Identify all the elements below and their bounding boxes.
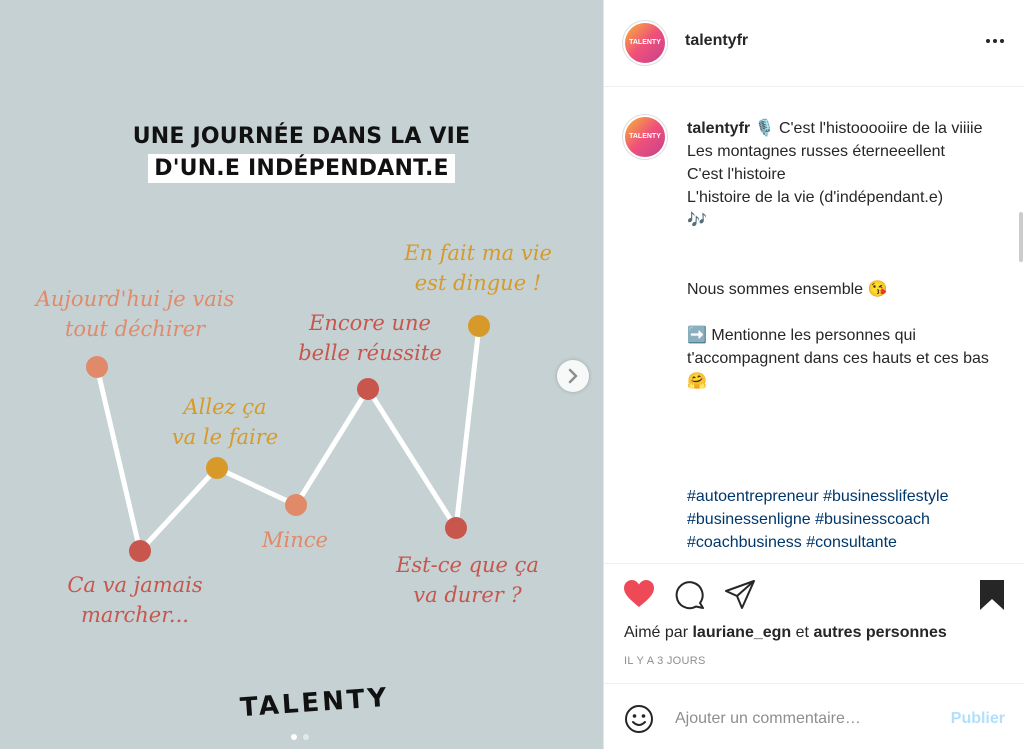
heart-icon[interactable]	[623, 579, 655, 609]
likes-prefix: Aimé par	[624, 624, 689, 641]
more-options-icon[interactable]	[984, 30, 1006, 52]
comment-bar: Ajouter un commentaire… Publier	[604, 683, 1024, 750]
label-low-1-line2: marcher...	[81, 603, 189, 627]
chart-point-1	[86, 356, 108, 378]
next-slide-button[interactable]	[557, 360, 589, 392]
header-username[interactable]: talentyfr	[685, 32, 748, 50]
post-image: UNE JOURNÉE DANS LA VIE D'UN.E INDÉPENDA…	[0, 0, 603, 749]
label-high-3-line1: En fait ma vie	[404, 241, 552, 265]
chart-point-5	[357, 378, 379, 400]
label-mid-1: Allez ça va le faire	[160, 392, 290, 452]
caption-line3: C'est l'histoire	[687, 166, 786, 183]
post-header: TALENTY talentyfr	[604, 0, 1024, 87]
chart-point-3	[206, 457, 228, 479]
caption-hashtags-3[interactable]: #coachbusiness #consultante	[687, 531, 1002, 554]
label-mid-1-line2: va le faire	[171, 425, 279, 449]
label-low-3-line1: Est-ce que ça	[396, 553, 539, 577]
caption-line2: Les montagnes russes éterneeellent	[687, 143, 945, 160]
label-high-1: Aujourd'hui je vais tout déchirer	[35, 284, 235, 344]
avatar[interactable]: TALENTY	[625, 23, 665, 63]
publish-button[interactable]: Publier	[951, 710, 1005, 728]
label-low-3: Est-ce que ça va durer ?	[385, 550, 550, 610]
caption-hashtags-2[interactable]: #businessenligne #businesscoach	[687, 508, 1002, 531]
post-actions	[604, 563, 1024, 624]
carousel-dot	[303, 734, 310, 740]
chart-point-6	[445, 517, 467, 539]
chart-point-4	[285, 494, 307, 516]
caption-line6: Nous sommes ensemble 😘	[687, 281, 888, 298]
chart-point-2	[129, 540, 151, 562]
comment-icon[interactable]	[674, 579, 706, 611]
label-low-3-line2: va durer ?	[413, 583, 522, 607]
label-high-2-line2: belle réussite	[298, 341, 442, 365]
post-sidebar: TALENTY talentyfr TALENTY talentyfr 🎙️ C…	[603, 0, 1024, 749]
comment-input[interactable]: Ajouter un commentaire…	[675, 710, 861, 728]
chevron-right-icon	[568, 368, 578, 384]
label-high-1-line2: tout déchirer	[64, 317, 206, 341]
caption-line7: ➡️ Mentionne les personnes qui t'accompa…	[687, 327, 989, 390]
chart-point-7	[468, 315, 490, 337]
likes-user[interactable]: lauriane_egn	[692, 624, 791, 641]
caption-area: TALENTY talentyfr 🎙️ C'est l'histooooiir…	[604, 87, 1024, 563]
carousel-dots	[290, 727, 310, 745]
life-chart	[86, 315, 490, 562]
label-high-3: En fait ma vie est dingue !	[393, 238, 563, 298]
likes-summary: Aimé par lauriane_egn et autres personne…	[624, 624, 947, 642]
share-icon[interactable]	[724, 579, 756, 611]
caption-avatar[interactable]: TALENTY	[625, 117, 665, 157]
caption-line5: 🎶	[687, 212, 707, 229]
label-high-2-line1: Encore une	[309, 311, 431, 335]
caption-line4: L'histoire de la vie (d'indépendant.e)	[687, 189, 944, 206]
label-high-3-line2: est dingue !	[414, 271, 542, 295]
caption-scrollbar[interactable]	[1019, 212, 1023, 262]
likes-others[interactable]: autres personnes	[813, 624, 946, 641]
label-low-2: Mince	[250, 525, 340, 555]
label-low-1: Ca va jamais marcher...	[60, 570, 210, 630]
label-mid-1-line1: Allez ça	[183, 395, 267, 419]
label-low-1-line1: Ca va jamais	[67, 573, 203, 597]
caption-username[interactable]: talentyfr	[687, 120, 750, 137]
likes-and: et	[795, 624, 809, 641]
caption-line1: 🎙️ C'est l'histooooiire de la viiiie	[754, 120, 983, 137]
label-low-2-line1: Mince	[262, 528, 328, 552]
emoji-icon[interactable]	[624, 704, 654, 734]
bookmark-icon[interactable]	[978, 579, 1006, 611]
caption-text: talentyfr 🎙️ C'est l'histooooiire de la …	[687, 117, 1002, 554]
carousel-dot-active	[291, 734, 297, 740]
label-high-2: Encore une belle réussite	[290, 308, 450, 368]
post-timestamp[interactable]: IL Y A 3 JOURS	[624, 655, 706, 667]
label-high-1-line1: Aujourd'hui je vais	[35, 287, 235, 311]
caption-hashtags-1[interactable]: #autoentrepreneur #businesslifestyle	[687, 485, 1002, 508]
